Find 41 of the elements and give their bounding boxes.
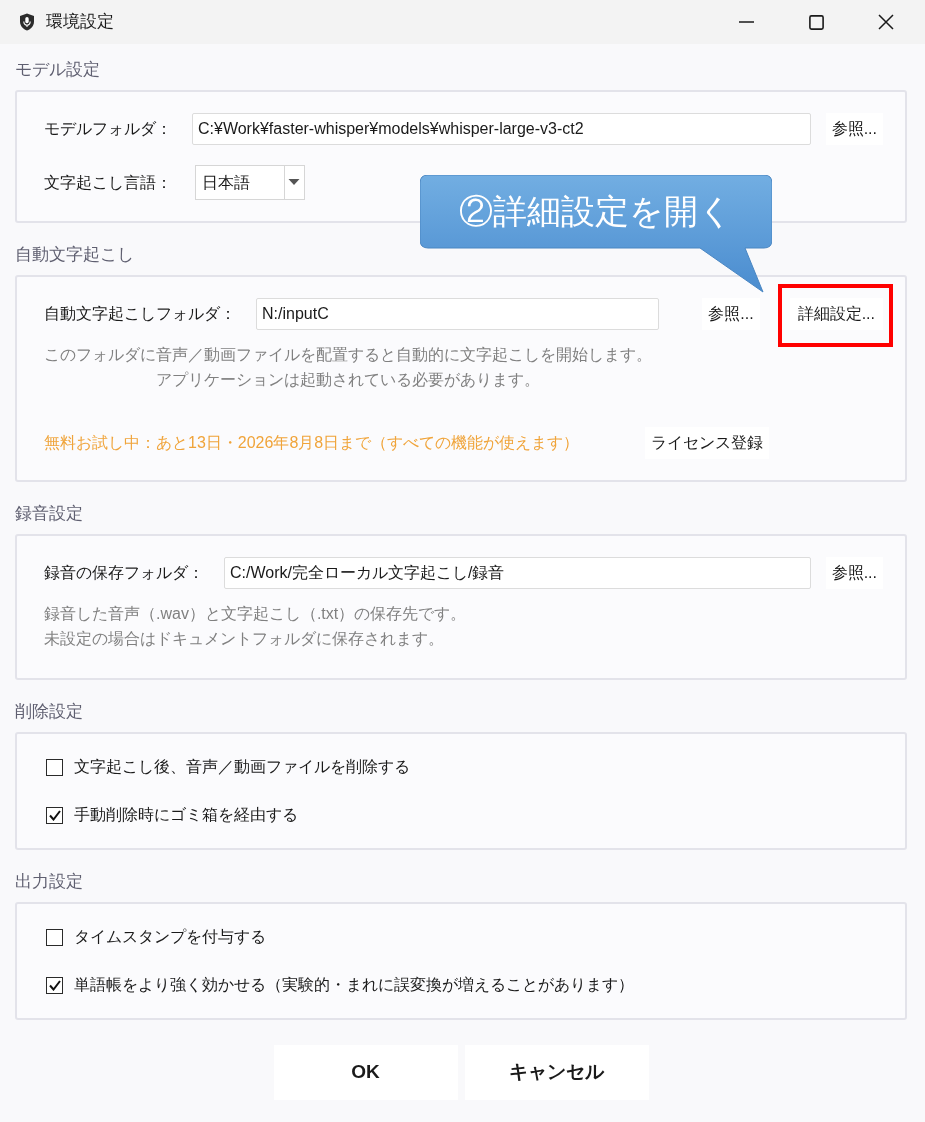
checkbox[interactable]	[46, 928, 63, 946]
callout-text: ②詳細設定を開く	[459, 191, 733, 232]
field-label: 録音の保存フォルダ：	[44, 563, 204, 583]
checkbox-label: タイムスタンプを付与する	[74, 927, 266, 947]
checkbox-label: 単語帳をより強く効かせる（実験的・まれに誤変換が増えることがあります）	[74, 975, 634, 995]
close-icon	[878, 14, 894, 30]
dialog-button[interactable]: キャンセル	[464, 1045, 649, 1100]
dialog-button[interactable]: 詳細設定...	[789, 298, 883, 330]
dialog-button[interactable]: 参照...	[825, 557, 883, 589]
folder-path-input[interactable]: C:/Work/完全ローカル文字起こし/録音	[224, 557, 811, 589]
checkmark-icon	[48, 979, 61, 991]
help-text: 未設定の場合はドキュメントフォルダに保存されます。	[44, 629, 444, 649]
checkbox[interactable]	[46, 758, 63, 776]
minimize-icon	[738, 21, 754, 23]
checkmark-icon	[48, 809, 61, 821]
folder-path-input[interactable]: N:/inputC	[256, 298, 660, 330]
license-button[interactable]: ライセンス登録	[645, 427, 770, 459]
shield-microphone-icon	[19, 13, 35, 31]
help-text: このフォルダに音声／動画ファイルを配置すると自動的に文字起こしを開始します。	[44, 345, 652, 365]
section-title: 削除設定	[15, 701, 83, 724]
maximize-icon	[808, 14, 824, 30]
help-text: アプリケーションは起動されている必要があります。	[156, 370, 540, 390]
field-label: 文字起こし言語：	[44, 172, 172, 193]
dialog-button[interactable]: OK	[273, 1045, 458, 1100]
checkbox[interactable]	[46, 976, 63, 994]
field-label: 自動文字起こしフォルダ：	[44, 304, 236, 324]
dialog-button[interactable]: 参照...	[825, 113, 883, 145]
window-title: 環境設定	[46, 11, 114, 34]
section-title: 出力設定	[15, 871, 83, 894]
section-title: 自動文字起こし	[15, 244, 134, 267]
dialog-button[interactable]: 参照...	[702, 298, 760, 330]
checkbox[interactable]	[46, 806, 63, 824]
checkbox-label: 手動削除時にゴミ箱を経由する	[74, 805, 298, 825]
folder-path-input[interactable]: C:¥Work¥faster-whisper¥models¥whisper-large-v3-ct2	[192, 113, 811, 145]
language-select[interactable]: 日本語	[195, 165, 305, 200]
checkbox-label: 文字起こし後、音声／動画ファイルを削除する	[74, 757, 410, 777]
section-title: モデル設定	[15, 59, 100, 82]
trial-status-text: 無料お試し中：あと13日・2026年8月8日まで（すべての機能が使えます）	[44, 433, 580, 453]
field-label: モデルフォルダ：	[44, 119, 172, 139]
help-text: 録音した音声（.wav）と文字起こし（.txt）の保存先です。	[44, 604, 467, 624]
section-title: 録音設定	[15, 503, 83, 526]
